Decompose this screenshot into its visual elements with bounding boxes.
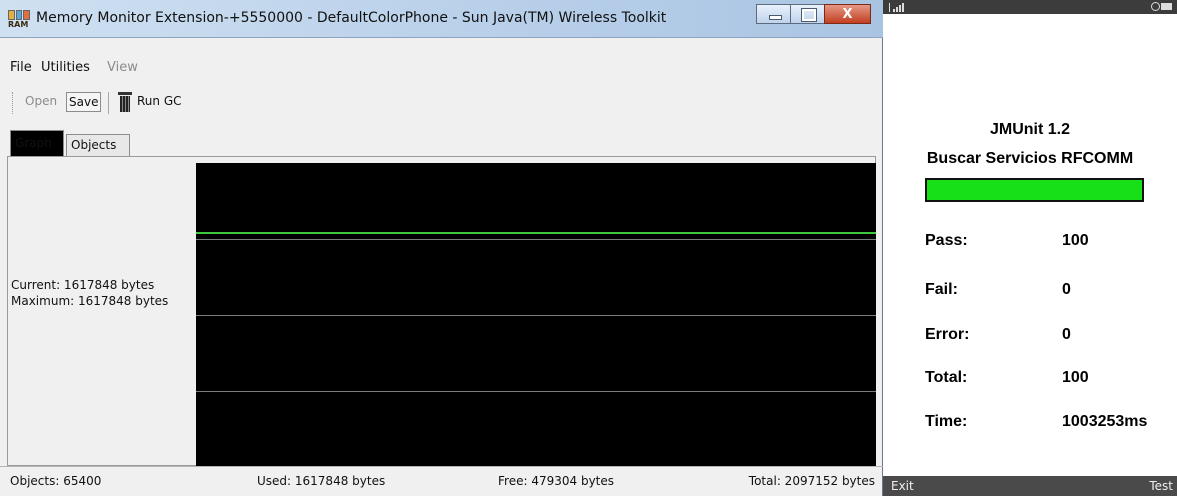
open-button[interactable]: Open — [25, 94, 57, 108]
status-objects: Objects: 65400 — [10, 474, 102, 488]
toolbar-separator — [108, 92, 109, 114]
phone-test-suite-name: Buscar Servicios RFCOMM — [926, 150, 1134, 167]
minimize-icon — [769, 15, 782, 20]
grid-line — [196, 391, 876, 392]
status-used: Used: 1617848 bytes — [257, 474, 386, 488]
grid-line — [196, 239, 876, 240]
menu-view[interactable]: View — [107, 60, 138, 75]
maximum-memory-label: Maximum: 1617848 bytes — [11, 294, 169, 308]
stat-time-label: Time: — [925, 413, 968, 430]
phone-app-title: JMUnit 1.2 — [989, 121, 1070, 138]
stat-error-label: Error: — [925, 326, 970, 343]
menu-file[interactable]: File — [10, 60, 32, 75]
status-bar: Objects: 65400 Used: 1617848 bytes Free:… — [0, 466, 883, 497]
menu-utilities[interactable]: Utilities — [41, 60, 90, 75]
memory-monitor-window: RAM Memory Monitor Extension-+5550000 - … — [0, 0, 883, 496]
status-free: Free: 479304 bytes — [498, 474, 615, 488]
maximize-button[interactable] — [790, 4, 825, 24]
phone-softkey-bar: Exit Test — [883, 476, 1177, 496]
stat-pass-label: Pass: — [925, 232, 968, 249]
run-gc-button[interactable]: Run GC — [137, 94, 182, 108]
phone-emulator-screen: JMUnit 1.2 Buscar Servicios RFCOMM Pass:… — [883, 0, 1177, 496]
test-progress-bar — [925, 178, 1144, 202]
trash-icon[interactable] — [118, 92, 132, 112]
title-bar[interactable]: RAM Memory Monitor Extension-+5550000 - … — [0, 0, 883, 38]
window-title: Memory Monitor Extension-+5550000 - Defa… — [36, 10, 667, 26]
softkey-exit[interactable]: Exit — [891, 479, 914, 493]
ram-app-icon: RAM — [8, 10, 31, 30]
current-memory-label: Current: 1617848 bytes — [11, 278, 155, 292]
tab-graph[interactable]: Graph — [10, 130, 64, 156]
stat-time-value: 1003253ms — [1062, 413, 1148, 430]
memory-usage-line — [196, 232, 876, 234]
stat-error-value: 0 — [1062, 326, 1071, 343]
window-controls: X — [756, 4, 871, 24]
softkey-test[interactable]: Test — [1149, 479, 1173, 493]
close-button[interactable]: X — [824, 4, 871, 24]
phone-status-bar — [883, 0, 1177, 14]
battery-icon — [1151, 2, 1173, 11]
stat-fail-label: Fail: — [925, 281, 958, 298]
graph-panel: Current: 1617848 bytes Maximum: 1617848 … — [7, 156, 876, 467]
save-button[interactable]: Save — [66, 92, 102, 112]
toolbar-grip[interactable] — [12, 92, 15, 114]
grid-line — [196, 315, 876, 316]
tab-objects[interactable]: Objects — [66, 134, 130, 156]
test-progress-fill — [927, 180, 1142, 200]
maximize-icon — [801, 8, 817, 22]
ram-icon-text: RAM — [8, 20, 29, 29]
stat-fail-value: 0 — [1062, 281, 1071, 298]
signal-icon — [889, 2, 909, 12]
status-total: Total: 2097152 bytes — [748, 474, 875, 488]
memory-info: Current: 1617848 bytes Maximum: 1617848 … — [11, 277, 168, 309]
close-icon: X — [842, 7, 853, 22]
memory-graph — [196, 163, 876, 467]
stat-total-value: 100 — [1062, 369, 1089, 386]
stat-pass-value: 100 — [1062, 232, 1089, 249]
stat-total-label: Total: — [925, 369, 968, 386]
minimize-button[interactable] — [756, 4, 791, 24]
